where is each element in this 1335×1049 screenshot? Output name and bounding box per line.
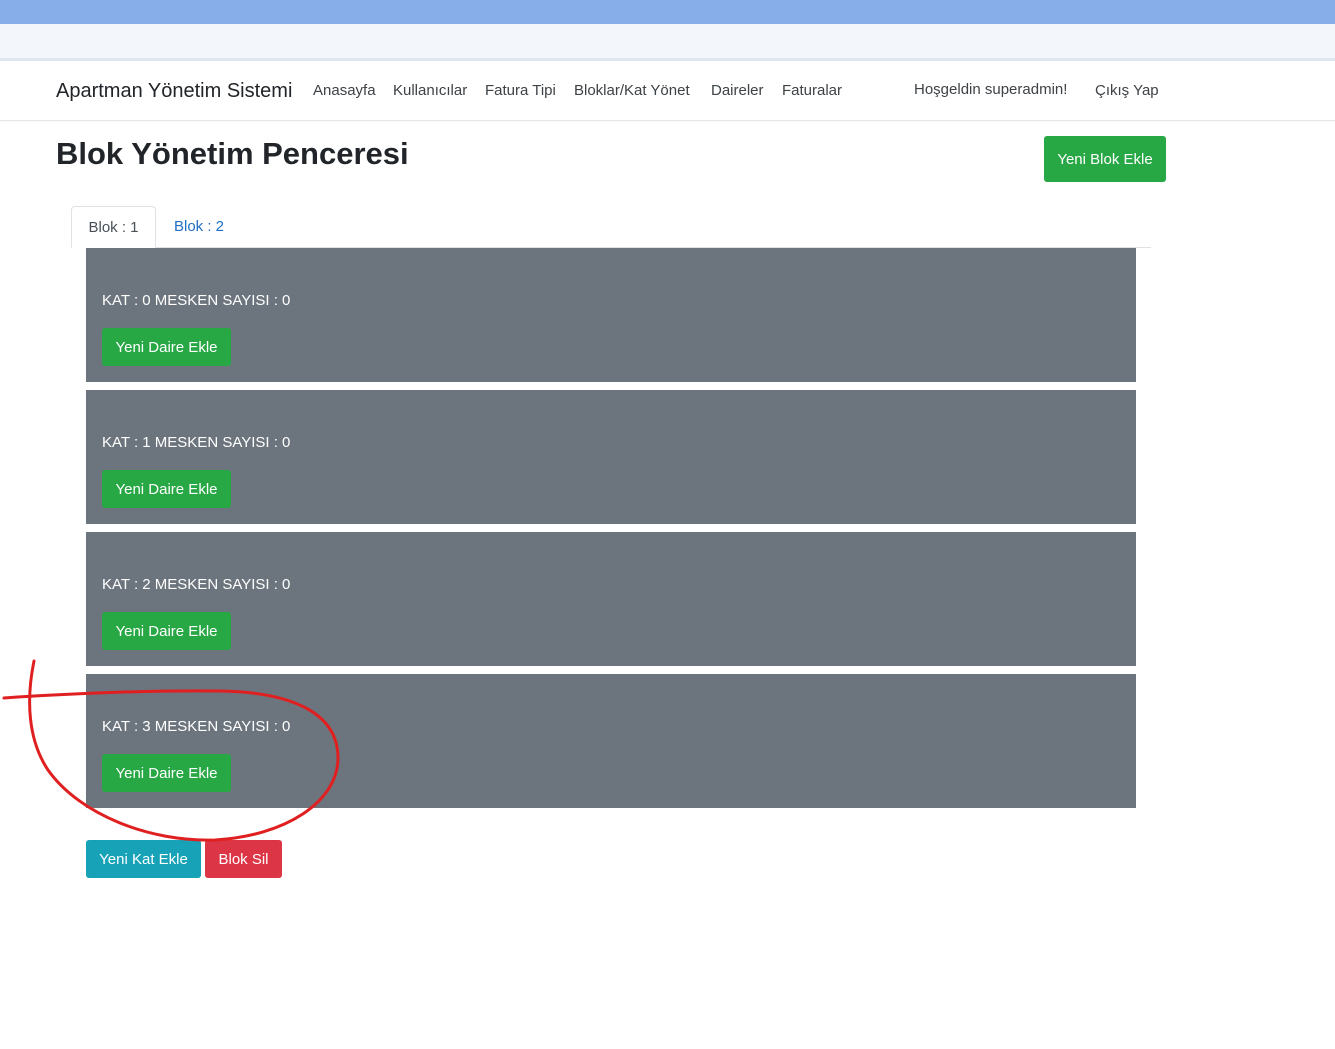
page-title: Blok Yönetim Penceresi [56,136,409,171]
add-floor-button[interactable]: Yeni Kat Ekle [86,840,201,878]
add-apartment-button[interactable]: Yeni Daire Ekle [102,470,231,508]
floor-card-2: KAT : 2 MESKEN SAYISI : 0 Yeni Daire Ekl… [86,532,1136,666]
floor-card-1: KAT : 1 MESKEN SAYISI : 0 Yeni Daire Ekl… [86,390,1136,524]
logout-link[interactable]: Çıkış Yap [1095,82,1159,99]
add-apartment-button[interactable]: Yeni Daire Ekle [102,612,231,650]
welcome-text: Hoşgeldin superadmin! [914,81,1068,98]
nav-link-bloklar-kat-yonet[interactable]: Bloklar/Kat Yönet [574,82,690,99]
tab-blok-1[interactable]: Blok : 1 [71,206,156,248]
browser-top-bar [0,0,1335,24]
brand[interactable]: Apartman Yönetim Sistemi [56,80,292,103]
floor-card-0: KAT : 0 MESKEN SAYISI : 0 Yeni Daire Ekl… [86,248,1136,382]
add-apartment-button[interactable]: Yeni Daire Ekle [102,754,231,792]
add-apartment-button[interactable]: Yeni Daire Ekle [102,328,231,366]
nav-link-daireler[interactable]: Daireler [711,82,764,99]
browser-toolbar [0,24,1335,60]
delete-block-button[interactable]: Blok Sil [205,840,282,878]
tab-blok-2[interactable]: Blok : 2 [160,206,238,247]
floor-card-3: KAT : 3 MESKEN SAYISI : 0 Yeni Daire Ekl… [86,674,1136,808]
floor-label: KAT : 2 MESKEN SAYISI : 0 [102,576,291,593]
nav-link-fatura-tipi[interactable]: Fatura Tipi [485,82,556,99]
new-block-button[interactable]: Yeni Blok Ekle [1044,136,1166,182]
nav-link-anasayfa[interactable]: Anasayfa [313,82,376,99]
floor-label: KAT : 1 MESKEN SAYISI : 0 [102,434,291,451]
nav-link-kullanicilar[interactable]: Kullanıcılar [393,82,467,99]
floor-label: KAT : 3 MESKEN SAYISI : 0 [102,718,291,735]
floor-label: KAT : 0 MESKEN SAYISI : 0 [102,292,291,309]
nav-link-faturalar[interactable]: Faturalar [782,82,842,99]
navbar: Apartman Yönetim Sistemi Anasayfa Kullan… [0,60,1335,121]
